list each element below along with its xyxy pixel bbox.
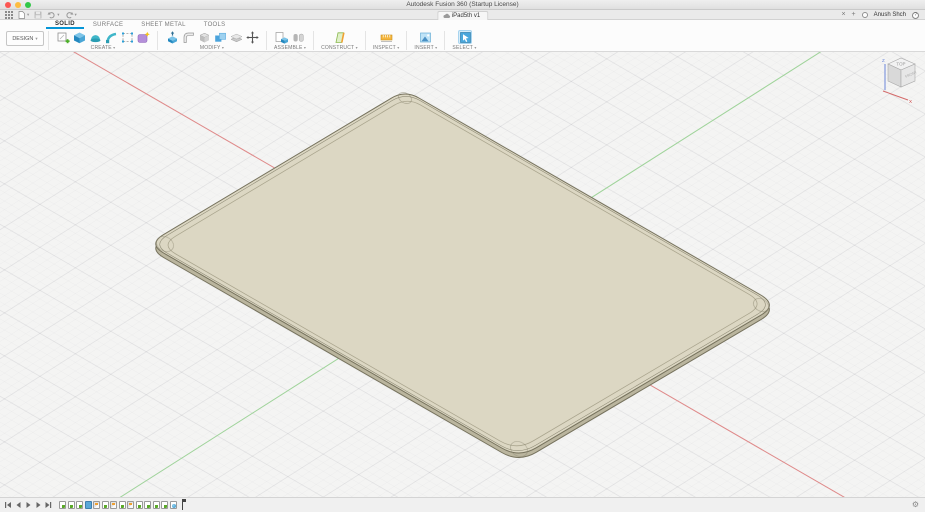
timeline-step-forward-button[interactable] [34, 501, 42, 509]
timeline-feature-sketch-2[interactable] [68, 501, 75, 509]
timeline-feature-sketch-11[interactable] [144, 501, 151, 509]
new-document-tab-icon[interactable]: + [852, 11, 856, 19]
insert-group-label[interactable]: INSERT [414, 45, 437, 51]
window-titlebar: Autodesk Fusion 360 (Startup License) [0, 0, 925, 10]
timeline-feature-sketch-10[interactable] [136, 501, 143, 509]
tab-sheet-metal[interactable]: SHEET METAL [132, 22, 194, 29]
document-tab[interactable]: iPad5th v1 [437, 11, 488, 20]
toolbar-separator [365, 31, 366, 50]
document-tab-label: iPad5th v1 [452, 13, 480, 19]
insert-canvas-icon[interactable] [419, 30, 433, 44]
close-window-icon[interactable] [5, 2, 11, 8]
save-icon[interactable] [34, 11, 42, 19]
toolbar-group-assemble: ASSEMBLE [271, 29, 309, 52]
minimize-window-icon[interactable] [15, 2, 21, 8]
data-panel-icon[interactable] [5, 11, 13, 19]
close-document-icon[interactable]: × [841, 11, 845, 19]
timeline-feature-extrude-4[interactable] [85, 501, 92, 509]
toolbar-separator [266, 31, 267, 50]
ribbon-toolbar: DESIGN CREATE M [0, 29, 925, 52]
workspace-selector[interactable]: DESIGN [6, 31, 44, 46]
timeline-play-button[interactable] [24, 501, 32, 509]
tab-solid[interactable]: SOLID [46, 21, 84, 29]
toolbar-separator [406, 31, 407, 50]
zoom-window-icon[interactable] [25, 2, 31, 8]
undo-icon[interactable] [47, 11, 59, 19]
viewcube-z-axis-label: Z [882, 58, 885, 63]
revolve-icon[interactable] [88, 30, 102, 44]
window-title: Autodesk Fusion 360 (Startup License) [0, 0, 925, 10]
timeline-settings-gear-icon[interactable]: ⚙ [912, 500, 925, 510]
timeline-feature-fillet-5[interactable] [93, 501, 100, 509]
new-component-icon[interactable] [275, 30, 289, 44]
timeline-position-marker[interactable] [179, 499, 187, 511]
modify-group-label[interactable]: MODIFY [200, 45, 224, 51]
help-icon[interactable]: ? [912, 12, 919, 19]
viewcube-x-axis-label: X [909, 99, 912, 104]
toolbar-separator [48, 31, 49, 50]
shell-icon[interactable] [197, 30, 211, 44]
construct-plane-icon[interactable] [332, 30, 346, 44]
create-form-icon[interactable] [136, 30, 150, 44]
toolbar-separator [444, 31, 445, 50]
timeline-feature-sketch-8[interactable] [119, 501, 126, 509]
fillet-icon[interactable] [181, 30, 195, 44]
timeline-step-back-button[interactable] [14, 501, 22, 509]
viewcube-top-label: TOP [896, 61, 905, 66]
toolbar-group-modify: MODIFY [162, 29, 262, 52]
window-controls [0, 2, 31, 8]
toolbar-group-construct: CONSTRUCT [318, 29, 361, 52]
toolbar-separator [157, 31, 158, 50]
combine-icon[interactable] [213, 30, 227, 44]
tab-tools[interactable]: TOOLS [195, 22, 235, 29]
model-ipad-body[interactable] [154, 90, 771, 459]
document-cloud-icon [443, 13, 450, 19]
sweep-icon[interactable] [104, 30, 118, 44]
timeline-feature-sketch-1[interactable] [59, 501, 66, 509]
assemble-group-label[interactable]: ASSEMBLE [274, 45, 306, 51]
timeline-feature-sketch-6[interactable] [102, 501, 109, 509]
create-sketch-icon[interactable] [56, 30, 70, 44]
timeline-feature-sketch-3[interactable] [76, 501, 83, 509]
user-account-name[interactable]: Anush Shch [874, 12, 906, 18]
tab-surface[interactable]: SURFACE [84, 22, 132, 29]
toolbar-group-insert: INSERT [411, 29, 440, 52]
view-cube[interactable]: TOP FRONT Z X [874, 54, 922, 104]
toolbar-group-select: SELECT [449, 29, 479, 52]
toolbar-group-inspect: INSPECT [370, 29, 403, 52]
measure-icon[interactable] [379, 30, 393, 44]
timeline-feature-shell-14[interactable] [170, 501, 177, 509]
select-group-label[interactable]: SELECT [452, 45, 476, 51]
file-menu-icon[interactable] [18, 11, 29, 19]
joint-icon[interactable] [291, 30, 305, 44]
ribbon: SOLIDSURFACESHEET METALTOOLS DESIGN CREA… [0, 20, 925, 52]
toolbar-separator [313, 31, 314, 50]
timeline-feature-fillet-7[interactable] [110, 501, 117, 509]
construct-group-label[interactable]: CONSTRUCT [321, 45, 358, 51]
timeline-playback-controls [0, 501, 56, 509]
application-bar: iPad5th v1 × + Anush Shch ? [0, 10, 925, 20]
timeline-feature-sketch-12[interactable] [153, 501, 160, 509]
pattern-icon[interactable] [120, 30, 134, 44]
offset-face-icon[interactable] [229, 30, 243, 44]
timeline-feature-fillet-9[interactable] [127, 501, 134, 509]
job-status-icon[interactable] [862, 12, 868, 18]
inspect-group-label[interactable]: INSPECT [373, 45, 400, 51]
timeline-bar: ⚙ [0, 497, 925, 512]
timeline-go-to-end-button[interactable] [44, 501, 52, 509]
viewcube-x-axis [883, 91, 908, 100]
toolbar-group-create: CREATE [53, 29, 153, 52]
scene-svg[interactable] [0, 52, 925, 497]
timeline-feature-strip [59, 501, 177, 509]
move-icon[interactable] [245, 30, 259, 44]
extrude-icon[interactable] [72, 30, 86, 44]
ribbon-tabs: SOLIDSURFACESHEET METALTOOLS [0, 20, 925, 29]
select-icon[interactable] [458, 30, 472, 44]
timeline-feature-sketch-13[interactable] [161, 501, 168, 509]
viewport[interactable]: TOP FRONT Z X [0, 52, 925, 497]
redo-icon[interactable] [65, 11, 77, 19]
create-group-label[interactable]: CREATE [91, 45, 116, 51]
press-pull-icon[interactable] [165, 30, 179, 44]
timeline-go-to-start-button[interactable] [4, 501, 12, 509]
